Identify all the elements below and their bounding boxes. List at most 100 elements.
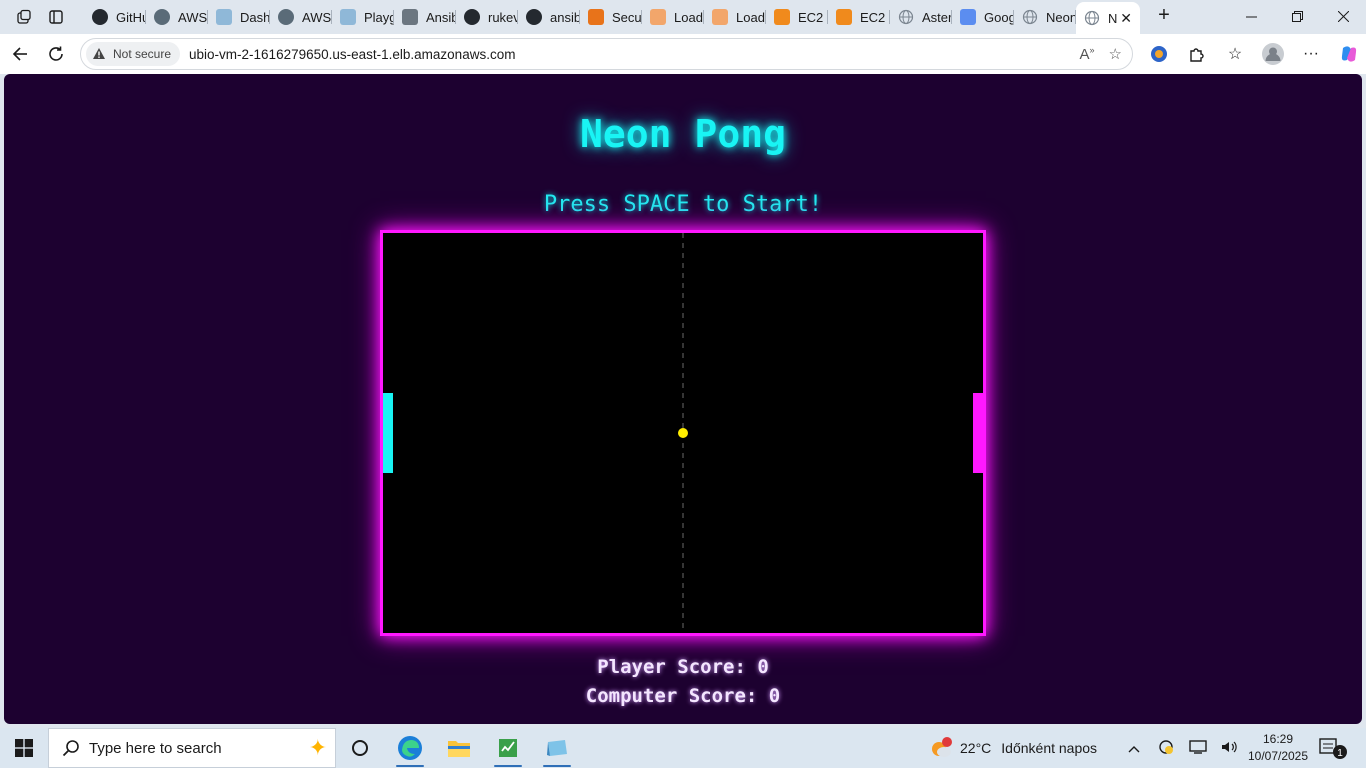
github-icon xyxy=(92,9,108,25)
browser-tab[interactable]: N ✕ xyxy=(1076,2,1140,34)
url-text[interactable]: ubio-vm-2-1616279650.us-east-1.elb.amazo… xyxy=(189,47,515,62)
github-icon xyxy=(464,9,480,25)
computer-paddle xyxy=(973,393,983,473)
tab-title: rukev xyxy=(488,9,518,25)
clock-date: 10/07/2025 xyxy=(1247,749,1309,763)
address-bar[interactable]: Not secure ubio-vm-2-1616279650.us-east-… xyxy=(80,38,1133,70)
extensions-puzzle-icon[interactable] xyxy=(1178,38,1216,70)
github-icon xyxy=(526,9,542,25)
not-secure-label: Not secure xyxy=(113,47,172,61)
app-taskbar-icon[interactable] xyxy=(533,728,581,768)
ec2-icon xyxy=(774,9,790,25)
minimize-button[interactable] xyxy=(1228,0,1274,32)
aws-icon xyxy=(588,9,604,25)
ec2-icon xyxy=(836,9,852,25)
svg-text:1: 1 xyxy=(1337,748,1343,759)
close-window-button[interactable] xyxy=(1320,0,1366,32)
browser-tab[interactable]: Load xyxy=(704,2,766,32)
tab-title: Ansible xyxy=(426,9,456,25)
eye-icon xyxy=(154,9,170,25)
system-clock[interactable]: 16:29 10/07/2025 xyxy=(1246,731,1310,765)
gemini-icon xyxy=(960,9,976,25)
search-placeholder: Type here to search xyxy=(89,739,222,757)
globe-icon xyxy=(1084,10,1100,26)
edge-taskbar-icon[interactable] xyxy=(386,728,434,768)
player-score: Player Score: 0 xyxy=(597,656,769,678)
close-tab-icon[interactable]: ✕ xyxy=(1120,10,1132,27)
read-aloud-icon[interactable]: A» xyxy=(1080,45,1095,63)
browser-tab[interactable]: EC2 I xyxy=(766,2,828,32)
workspaces-icon[interactable] xyxy=(8,3,40,31)
weather-temperature: 22°C xyxy=(960,740,992,756)
browser-tab[interactable]: ansible xyxy=(518,2,580,32)
browser-tab[interactable]: EC2 I xyxy=(828,2,890,32)
volume-icon[interactable] xyxy=(1214,740,1246,757)
taskbar: Type here to search ✦ 22°C Időnként napo… xyxy=(0,728,1366,768)
search-highlight-icon: ✦ xyxy=(308,735,327,760)
profile-avatar[interactable] xyxy=(1254,38,1292,70)
refresh-button[interactable] xyxy=(40,38,72,70)
favorite-star-icon[interactable]: ☆ xyxy=(1109,45,1122,63)
tab-title: Google xyxy=(984,9,1014,25)
browser-tab[interactable]: GitHub xyxy=(84,2,146,32)
eye-icon xyxy=(278,9,294,25)
globe-icon xyxy=(898,9,914,25)
browser-tab[interactable]: Google xyxy=(952,2,1014,32)
browser-tab[interactable]: Neon xyxy=(1014,2,1076,32)
start-message: Press SPACE to Start! xyxy=(543,192,823,217)
tab-title: GitHub xyxy=(116,9,146,25)
tab-title: Security xyxy=(612,9,642,25)
browser-tab[interactable]: Security xyxy=(580,2,642,32)
favorites-icon[interactable]: ☆ xyxy=(1216,38,1254,70)
show-hidden-icons-chevron-icon[interactable] xyxy=(1118,740,1150,756)
tab-title: EC2 I xyxy=(860,9,890,25)
tab-title: ansible xyxy=(550,9,580,25)
new-tab-button[interactable]: + xyxy=(1150,3,1178,29)
tab-actions-icon[interactable] xyxy=(40,3,72,31)
ball xyxy=(678,428,688,438)
globe-icon xyxy=(1022,9,1038,25)
weather-description: Időnként napos xyxy=(1001,740,1098,756)
browser-tab[interactable]: Dashboard xyxy=(208,2,270,32)
tab-title: AWS xyxy=(178,9,208,25)
aws-icon xyxy=(712,9,728,25)
browser-tab[interactable]: AWS xyxy=(270,2,332,32)
tab-title: Load xyxy=(674,9,703,25)
taskbar-search-box[interactable]: Type here to search ✦ xyxy=(48,728,336,768)
game-canvas[interactable] xyxy=(380,230,986,636)
extension-icon[interactable] xyxy=(1140,38,1178,70)
page-content: Neon Pong Press SPACE to Start! Player S… xyxy=(4,74,1362,724)
browser-tab[interactable]: Playground xyxy=(332,2,394,32)
notification-center-icon[interactable]: 1 xyxy=(1318,736,1348,760)
cloud-icon xyxy=(216,9,232,25)
aws-icon xyxy=(650,9,666,25)
security-tray-icon[interactable] xyxy=(1150,739,1182,758)
warning-icon xyxy=(92,47,106,61)
search-icon xyxy=(61,738,81,758)
site-info-button[interactable]: Not secure xyxy=(86,42,181,66)
browser-tab[interactable]: Load xyxy=(642,2,704,32)
refresh-icon xyxy=(402,9,418,25)
tab-title: N xyxy=(1108,10,1118,26)
notepad-icon[interactable] xyxy=(484,728,532,768)
cloud-icon xyxy=(340,9,356,25)
restore-button[interactable] xyxy=(1274,0,1320,32)
task-view-icon[interactable] xyxy=(336,728,384,768)
copilot-icon[interactable] xyxy=(1330,38,1366,70)
player-paddle xyxy=(383,393,393,473)
browser-tab[interactable]: rukev xyxy=(456,2,518,32)
more-options-icon[interactable]: ··· xyxy=(1292,38,1330,70)
browser-tab[interactable]: Ansible xyxy=(394,2,456,32)
windows-start-button[interactable] xyxy=(0,728,48,768)
network-icon[interactable] xyxy=(1182,739,1214,757)
browser-tab[interactable]: AWS xyxy=(146,2,208,32)
file-explorer-icon[interactable] xyxy=(435,728,483,768)
tab-title: Load xyxy=(736,9,765,25)
game-title: Neon Pong xyxy=(580,112,786,156)
weather-widget[interactable]: 22°C Időnként napos xyxy=(930,728,1097,768)
computer-score: Computer Score: 0 xyxy=(585,685,781,707)
back-button[interactable] xyxy=(4,38,36,70)
tab-strip: GitHub AWS Dashboard AWS Playground Ansible ru… xyxy=(0,0,1366,34)
clock-time: 16:29 xyxy=(1262,732,1294,746)
browser-tab[interactable]: Aster xyxy=(890,2,952,32)
